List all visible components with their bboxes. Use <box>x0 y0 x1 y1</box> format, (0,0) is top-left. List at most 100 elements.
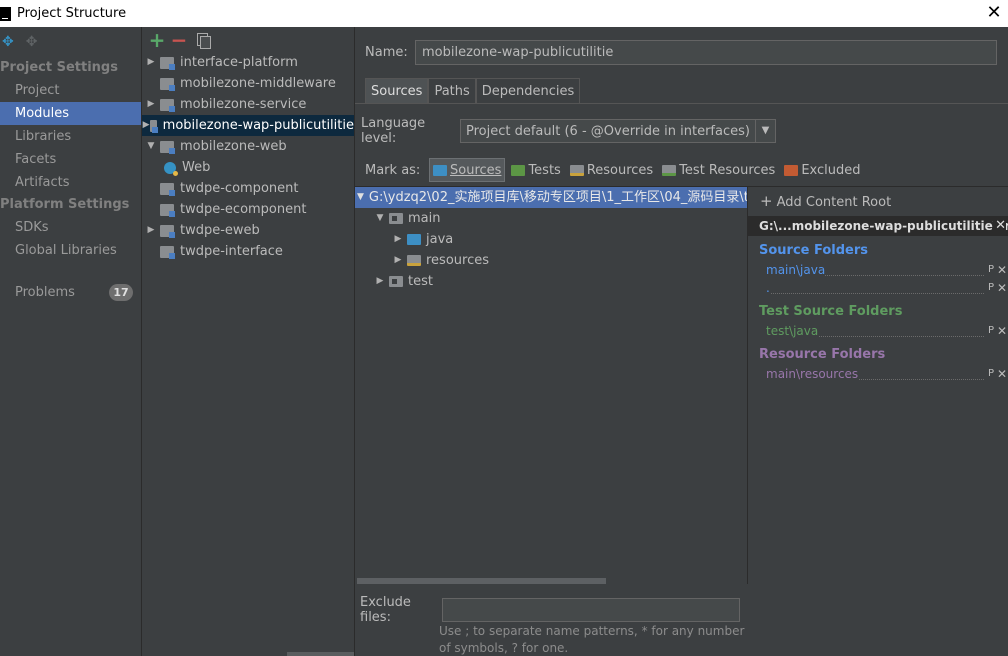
module-item[interactable]: ▶ twdpe-eweb <box>142 220 354 241</box>
module-label: mobilezone-web <box>180 139 287 154</box>
sidebar-item-sdks[interactable]: SDKs <box>0 216 141 239</box>
problems-label: Problems <box>15 285 75 300</box>
remove-icon[interactable]: ✕ <box>997 322 1007 340</box>
mark-sources-label: Sources <box>450 162 502 178</box>
expand-arrow-icon[interactable]: ▶ <box>142 52 160 73</box>
module-label: mobilezone-middleware <box>180 76 336 91</box>
name-row: Name: mobilezone-wap-publicutilitie <box>365 40 997 65</box>
sidebar-item-artifacts[interactable]: Artifacts <box>0 171 141 194</box>
remove-icon[interactable]: ✕ <box>997 279 1007 297</box>
edit-properties-icon[interactable]: P <box>988 322 994 340</box>
resource-folders-title: Resource Folders <box>759 347 886 362</box>
forward-arrow-icon[interactable]: ✥ <box>26 34 38 50</box>
mark-tests-button[interactable]: Tests <box>508 158 563 182</box>
tab-paths[interactable]: Paths <box>428 78 476 103</box>
add-content-root-button[interactable]: + Add Content Root <box>748 187 1008 216</box>
excluded-folder-icon <box>784 164 799 176</box>
remove-icon[interactable]: − <box>168 28 190 52</box>
folder-label: test <box>408 274 433 289</box>
sidebar-item-facets[interactable]: Facets <box>0 148 141 171</box>
module-item[interactable]: mobilezone-middleware <box>142 73 354 94</box>
remove-icon[interactable]: ✕ <box>997 365 1007 383</box>
exclude-files-input[interactable] <box>442 598 740 622</box>
back-arrow-icon[interactable]: ✥ <box>2 34 14 50</box>
folder-icon <box>389 276 403 287</box>
content-root-header: G:\...mobilezone-wap-publicutilitie\src … <box>748 216 1008 236</box>
tab-bar: Sources Paths Dependencies <box>365 78 581 103</box>
sidebar-item-libraries[interactable]: Libraries <box>0 125 141 148</box>
expand-arrow-icon[interactable]: ▶ <box>389 250 407 271</box>
expand-arrow-icon[interactable]: ▶ <box>389 229 407 250</box>
chevron-down-icon[interactable]: ▼ <box>755 120 775 142</box>
language-level-label: Language level: <box>361 116 426 146</box>
tree-folder-main[interactable]: ▼ main <box>355 208 747 229</box>
collapse-arrow-icon[interactable]: ▼ <box>371 208 389 229</box>
module-item[interactable]: twdpe-interface <box>142 241 354 262</box>
tab-dependencies[interactable]: Dependencies <box>475 78 581 103</box>
remove-root-icon[interactable]: ✕ <box>993 216 1006 236</box>
content-root-row[interactable]: ▼ G:\ydzq2\02_实施项目库\移动专区项目\1_工作区\04_源码目录… <box>355 187 747 208</box>
module-item[interactable]: twdpe-component <box>142 178 354 199</box>
edit-properties-icon[interactable]: P <box>988 365 994 383</box>
exclude-files-row: Exclude files: <box>360 595 740 625</box>
sidebar-item-modules[interactable]: Modules <box>0 102 141 125</box>
horizontal-scrollbar[interactable] <box>357 578 606 584</box>
test-folder-path: test\java <box>766 324 819 338</box>
mark-sources-button[interactable]: Sources <box>429 158 506 182</box>
close-icon[interactable]: ✕ <box>984 3 1004 23</box>
facet-item[interactable]: Web <box>142 157 354 178</box>
module-item-selected[interactable]: ▶ mobilezone-wap-publicutilitie <box>142 115 354 136</box>
remove-icon[interactable]: ✕ <box>997 261 1007 279</box>
plus-icon: + <box>760 192 773 210</box>
expand-arrow-icon[interactable]: ▶ <box>142 220 160 241</box>
edit-properties-icon[interactable]: P <box>988 279 994 297</box>
tab-divider <box>355 103 1008 104</box>
expand-arrow-icon[interactable]: ▶ <box>371 271 389 292</box>
mark-resources-button[interactable]: Resources <box>567 158 656 182</box>
module-label: twdpe-ecomponent <box>180 202 307 217</box>
edit-properties-icon[interactable]: P <box>988 261 994 279</box>
module-tree-panel: + − ▶ interface-platform mobilezone-midd… <box>142 27 493 656</box>
facet-label: Web <box>182 160 211 175</box>
mark-tests-label: Tests <box>528 162 561 178</box>
folder-label: java <box>426 232 454 247</box>
name-label: Name: <box>365 45 408 60</box>
exclude-hint: Use ; to separate name patterns, * for a… <box>439 624 745 655</box>
tree-folder-java[interactable]: ▶ java <box>355 229 747 250</box>
collapse-arrow-icon[interactable]: ▼ <box>142 136 160 157</box>
title-bar: Project Structure ✕ <box>0 0 1008 27</box>
window-title: Project Structure <box>17 6 127 21</box>
mark-test-resources-button[interactable]: Test Resources <box>659 158 778 182</box>
source-folder-icon <box>407 234 421 245</box>
module-item[interactable]: ▶ mobilezone-service <box>142 94 354 115</box>
resource-folder-entry: main\resources P ✕ <box>748 365 1008 383</box>
mark-excluded-button[interactable]: Excluded <box>781 158 863 182</box>
source-folder-entry: . P ✕ <box>748 279 1008 297</box>
collapse-arrow-icon[interactable]: ▼ <box>357 187 364 208</box>
source-folder-path: . <box>766 281 770 295</box>
module-item[interactable]: ▼ mobilezone-web <box>142 136 354 157</box>
copy-icon[interactable] <box>194 32 216 49</box>
resource-folder-path: main\resources <box>766 367 859 381</box>
add-icon[interactable]: + <box>146 28 168 52</box>
tree-folder-test[interactable]: ▶ test <box>355 271 747 292</box>
tree-folder-resources[interactable]: ▶ resources <box>355 250 747 271</box>
web-facet-icon <box>164 161 178 176</box>
module-item[interactable]: twdpe-ecomponent <box>142 199 354 220</box>
folder-icon <box>389 213 403 224</box>
tab-sources[interactable]: Sources <box>365 78 429 103</box>
expand-arrow-icon[interactable]: ▶ <box>142 94 160 115</box>
module-label: interface-platform <box>180 55 298 70</box>
test-resource-folder-icon <box>662 164 677 176</box>
add-content-root-label: Add Content Root <box>776 195 892 210</box>
sidebar-item-global-libraries[interactable]: Global Libraries <box>0 239 141 262</box>
module-icon <box>160 140 175 154</box>
module-name-input[interactable]: mobilezone-wap-publicutilitie <box>415 40 997 65</box>
sidebar-item-problems[interactable]: Problems 17 <box>0 281 141 304</box>
language-level-select[interactable]: Project default (6 - @Override in interf… <box>460 119 776 143</box>
platform-settings-header: Platform Settings <box>0 197 130 212</box>
test-source-folders-title: Test Source Folders <box>759 304 903 319</box>
expand-arrow-icon[interactable]: ▶ <box>142 115 150 136</box>
module-item[interactable]: ▶ interface-platform <box>142 52 354 73</box>
sidebar-item-project[interactable]: Project <box>0 79 141 102</box>
